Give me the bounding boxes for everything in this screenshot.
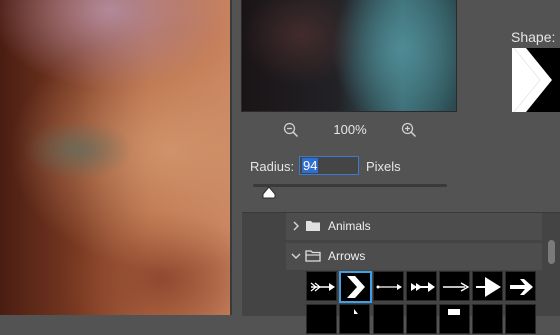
shape-row2-d[interactable] — [373, 304, 404, 334]
shape-double-tail-arrow[interactable] — [406, 271, 437, 301]
filter-preview[interactable] — [241, 0, 457, 112]
shape-preview — [512, 48, 560, 112]
radius-slider-track[interactable] — [253, 184, 447, 187]
folder-open-icon — [305, 249, 321, 262]
radius-label: Radius: — [250, 159, 295, 174]
shape-line-arrow[interactable] — [439, 271, 470, 301]
radius-input[interactable]: 94 — [299, 156, 359, 175]
shape-triangle-arrow[interactable] — [472, 271, 503, 301]
canvas-divider — [230, 0, 232, 315]
radius-slider-thumb[interactable] — [262, 186, 276, 199]
library-scrollbar[interactable] — [548, 240, 555, 264]
zoom-level: 100% — [333, 122, 367, 137]
shape-row2-b[interactable] — [439, 304, 470, 334]
shape-label: Shape: — [511, 29, 556, 45]
shape-bold-arrow[interactable] — [505, 271, 536, 301]
folder-label: Arrows — [328, 249, 366, 263]
shape-chevron-arrow[interactable] — [339, 271, 372, 303]
radius-value[interactable]: 94 — [302, 158, 319, 173]
shape-feathered-arrow[interactable] — [306, 271, 337, 301]
shape-row2-c[interactable] — [306, 304, 337, 334]
zoom-out-icon[interactable] — [283, 122, 299, 138]
radius-unit-label: Pixels — [366, 159, 401, 174]
folder-icon — [305, 219, 321, 232]
folder-animals[interactable]: Animals — [286, 213, 542, 240]
shape-row2-f[interactable] — [472, 304, 503, 334]
chevron-down-icon[interactable] — [291, 249, 301, 263]
shape-row2-g[interactable] — [505, 304, 536, 334]
shape-row2-e[interactable] — [406, 304, 437, 334]
folder-label: Animals — [328, 219, 371, 233]
image-canvas — [0, 0, 230, 315]
chevron-right-icon[interactable] — [291, 219, 301, 233]
arrow-shape-grid — [306, 271, 541, 334]
folder-arrows[interactable]: Arrows — [286, 243, 542, 270]
zoom-in-icon[interactable] — [401, 122, 417, 138]
shape-row2-a[interactable] — [339, 304, 370, 334]
shape-thin-arrow[interactable] — [373, 271, 404, 301]
